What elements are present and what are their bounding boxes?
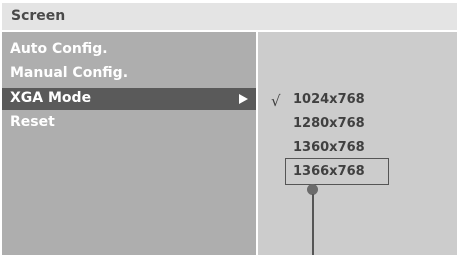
option-1024x768[interactable]: √ 1024x768 <box>258 88 457 112</box>
option-1280x768[interactable]: 1280x768 <box>258 112 457 136</box>
menu-item-label: Reset <box>10 114 55 130</box>
menu-item-auto-config[interactable]: Auto Config. <box>2 39 256 61</box>
submenu-pane: √ 1024x768 1280x768 1360x768 1366x768 <box>258 32 457 255</box>
title-bar: Screen <box>2 3 457 30</box>
option-1360x768[interactable]: 1360x768 <box>258 136 457 160</box>
menu-item-label: Auto Config. <box>10 41 108 57</box>
arrow-right-icon <box>239 94 248 104</box>
menu-item-manual-config[interactable]: Manual Config. <box>2 63 256 85</box>
checkmark-icon: √ <box>271 92 281 110</box>
menu-item-label: XGA Mode <box>10 90 92 106</box>
main-menu-pane: Auto Config. Manual Config. XGA Mode Res… <box>2 32 256 255</box>
option-label: 1360x768 <box>293 140 365 155</box>
menu-title: Screen <box>11 8 66 24</box>
osd-menu: Screen Auto Config. Manual Config. XGA M… <box>0 0 459 255</box>
highlight-box <box>285 158 389 185</box>
menu-item-reset[interactable]: Reset <box>2 112 256 134</box>
menu-item-xga-mode[interactable]: XGA Mode <box>2 88 256 110</box>
callout-line <box>312 194 314 255</box>
option-label: 1024x768 <box>293 92 365 107</box>
option-label: 1280x768 <box>293 116 365 131</box>
menu-item-label: Manual Config. <box>10 65 129 81</box>
